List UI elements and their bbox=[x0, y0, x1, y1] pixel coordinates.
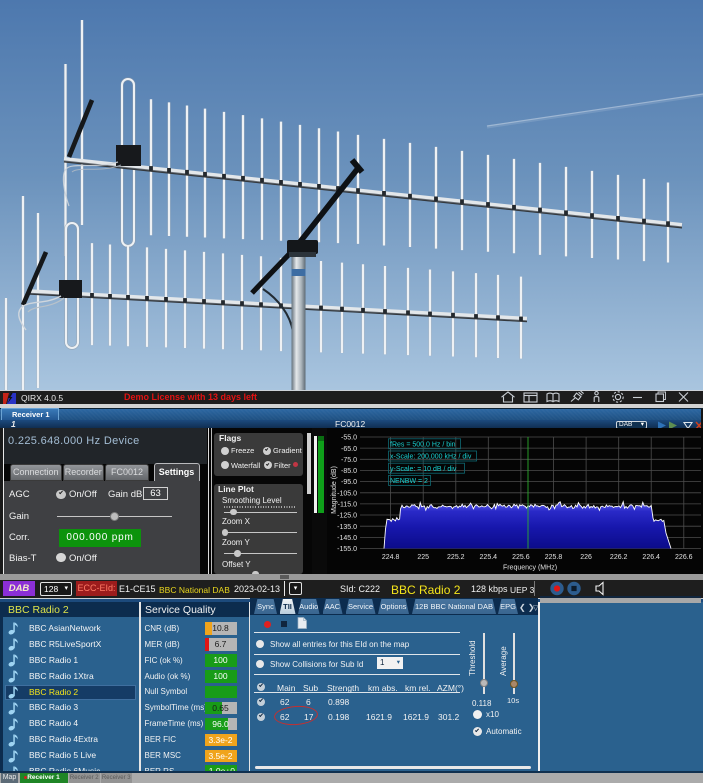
svg-text:NENBW = 2: NENBW = 2 bbox=[390, 478, 428, 485]
svg-text:-105.0: -105.0 bbox=[337, 490, 357, 497]
svg-text:226.2: 226.2 bbox=[610, 554, 628, 561]
svg-text:-95.0: -95.0 bbox=[341, 479, 357, 486]
svg-text:y-Scale: = 10 dB / div: y-Scale: = 10 dB / div bbox=[390, 466, 457, 473]
svg-text:-145.0: -145.0 bbox=[337, 535, 357, 542]
svg-text:-135.0: -135.0 bbox=[337, 524, 357, 531]
svg-text:-65.0: -65.0 bbox=[341, 446, 357, 453]
svg-text:fRes = 500,0 Hz / bin: fRes = 500,0 Hz / bin bbox=[390, 442, 456, 449]
svg-text:-115.0: -115.0 bbox=[338, 502, 357, 509]
svg-text:Frequency (MHz): Frequency (MHz) bbox=[503, 565, 557, 572]
svg-text:225.8: 225.8 bbox=[545, 554, 563, 561]
svg-text:224.8: 224.8 bbox=[382, 554, 400, 561]
svg-text:-55.0: -55.0 bbox=[341, 435, 357, 442]
svg-text:225.2: 225.2 bbox=[447, 554, 465, 561]
svg-text:-125.0: -125.0 bbox=[337, 513, 357, 520]
svg-text:x-Scale: 200,000 kHz / div: x-Scale: 200,000 kHz / div bbox=[390, 454, 472, 461]
svg-text:-75.0: -75.0 bbox=[341, 457, 357, 464]
svg-text:225: 225 bbox=[417, 554, 429, 561]
svg-text:Magnitude (dB): Magnitude (dB) bbox=[331, 466, 338, 514]
svg-text:226.4: 226.4 bbox=[642, 554, 660, 561]
svg-text:-85.0: -85.0 bbox=[341, 468, 357, 475]
svg-text:225.4: 225.4 bbox=[480, 554, 498, 561]
svg-text:226.6: 226.6 bbox=[675, 554, 693, 561]
svg-text:-155.0: -155.0 bbox=[337, 546, 357, 553]
svg-text:226: 226 bbox=[580, 554, 592, 561]
svg-text:225.6: 225.6 bbox=[512, 554, 530, 561]
